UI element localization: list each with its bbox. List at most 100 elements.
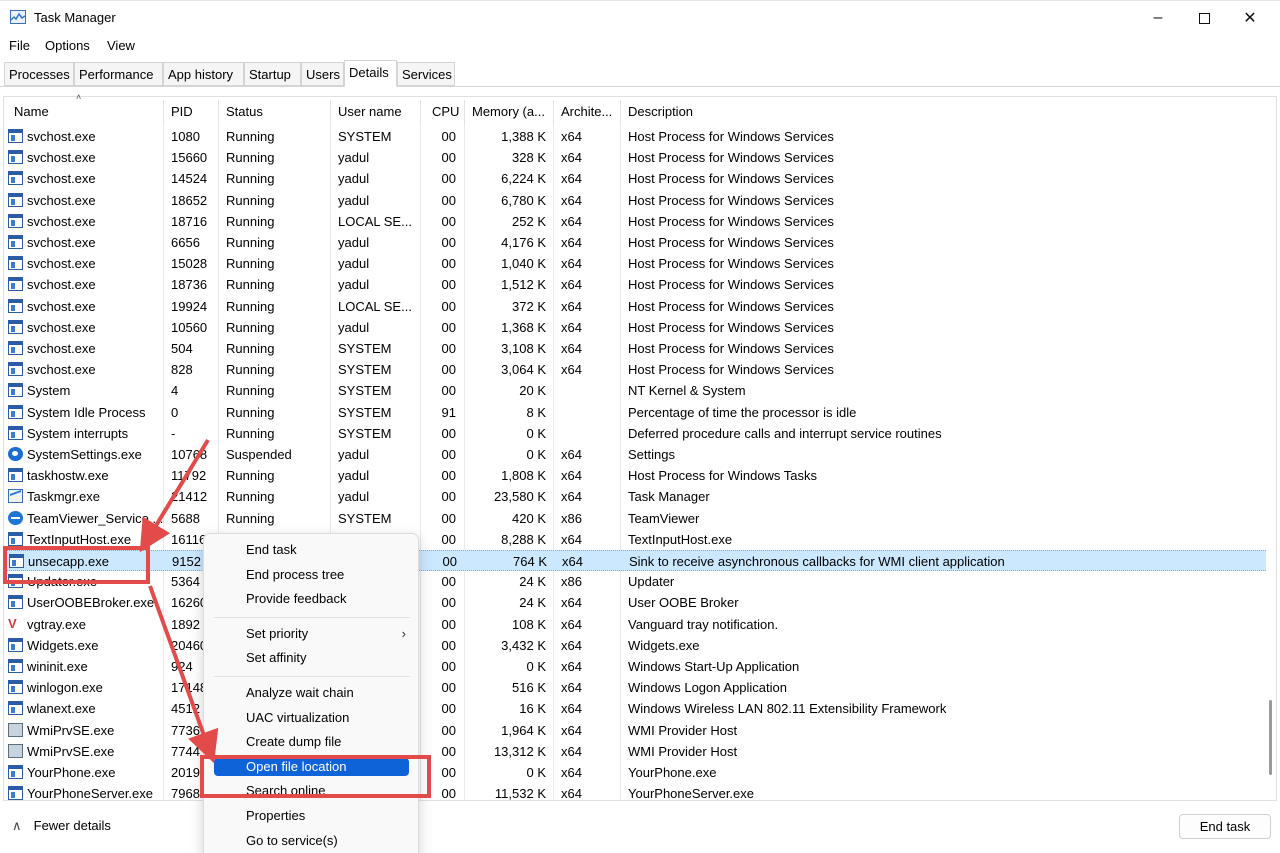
column-header-cpu[interactable]: CPU — [424, 100, 464, 124]
table-row[interactable]: unsecapp.exe 9152 00 764 Kx64 Sink to receiv… — [4, 550, 1266, 571]
table-row[interactable]: winlogon.exe 17148 00 516 Kx64 Windows Logon… — [4, 677, 1266, 698]
menu-item-create-dump-file[interactable]: Create dump file — [204, 730, 418, 754]
table-row[interactable]: Vvgtray.exe 1892 00 108 Kx64 Vanguard tray n… — [4, 614, 1266, 635]
table-row[interactable]: taskhostw.exe 11792 Running yadul 00 1,808 K x… — [4, 465, 1266, 486]
cell-mem: 420 K — [512, 510, 546, 526]
fewer-details-button[interactable]: ∧ Fewer details — [12, 818, 111, 834]
table-row[interactable]: svchost.exe 19924 Running LOCAL SE... 00 372 … — [4, 296, 1266, 317]
cell-mem: 23,580 K — [493, 489, 546, 505]
annotation-highlight-unsecapp — [3, 546, 150, 584]
table-row[interactable]: svchost.exe 15028 Running yadul 00 1,040 K x64… — [4, 253, 1266, 274]
column-header-pid[interactable]: PID — [163, 100, 218, 124]
menu-item-uac-virtualization[interactable]: UAC virtualization — [204, 706, 418, 730]
cell-desc: User OOBE Broker — [628, 595, 739, 611]
menu-item-set-priority[interactable]: Set priority › — [204, 622, 418, 646]
cell-desc: Host Process for Windows Services — [628, 213, 834, 229]
cell-cpu: 00 — [441, 616, 456, 632]
tab-startup[interactable]: Startup — [244, 62, 301, 86]
table-row[interactable]: System interrupts - Running SYSTEM 00 0 K Defe… — [4, 423, 1266, 444]
table-row[interactable]: wininit.exe 924 00 0 Kx64 Windows Start-Up A… — [4, 656, 1266, 677]
column-separator[interactable] — [420, 100, 421, 124]
cell-name: Widgets.exe — [27, 637, 99, 653]
table-row[interactable]: Taskmgr.exe 21412 Running yadul 00 23,580 K x6… — [4, 486, 1266, 507]
table-row[interactable]: Widgets.exe 20460 00 3,432 Kx64 Widgets.exe — [4, 635, 1266, 656]
cell-desc: YourPhoneServer.exe — [628, 786, 755, 800]
table-row[interactable]: TextInputHost.exe 16116 00 8,288 Kx64 TextIn… — [4, 529, 1266, 550]
menu-item-provide-feedback[interactable]: Provide feedback — [204, 587, 418, 611]
column-header-memory[interactable]: Memory (a... — [464, 100, 553, 124]
cell-pid: 504 — [171, 341, 193, 356]
cell-mem: 4,176 K — [501, 235, 546, 250]
cell-mem: 516 K — [512, 680, 546, 696]
end-task-button[interactable]: End task — [1179, 814, 1271, 839]
column-header-user-name[interactable]: User name — [330, 100, 420, 124]
cell-name: svchost.exe — [27, 341, 96, 356]
cell-user: LOCAL SE... — [338, 213, 412, 229]
cell-name: svchost.exe — [27, 150, 96, 166]
table-row[interactable]: YourPhone.exe 20193 00 0 Kx64 YourPhone.exe — [4, 762, 1266, 783]
menu-item-end-process-tree[interactable]: End process tree — [204, 563, 418, 587]
tab-users[interactable]: Users — [301, 62, 344, 86]
table-row[interactable]: svchost.exe 18652 Running yadul 00 6,780 K x64… — [4, 190, 1266, 211]
tab-performance[interactable]: Performance — [74, 62, 163, 86]
cell-pid: 15660 — [171, 150, 208, 166]
cell-status: Running — [226, 404, 275, 420]
table-row[interactable]: svchost.exe 18716 Running LOCAL SE... 00 252 … — [4, 211, 1266, 232]
table-row[interactable]: UserOOBEBroker.exe 16260 00 24 Kx64 User OOB… — [4, 592, 1266, 613]
cell-mem: 24 K — [519, 595, 546, 611]
cell-cpu: 00 — [441, 277, 456, 293]
cell-cpu: 00 — [442, 554, 457, 569]
table-row[interactable]: wlanext.exe 4512 00 16 Kx64 Windows Wireless… — [4, 698, 1266, 719]
menu-item-analyze-wait-chain[interactable]: Analyze wait chain — [204, 681, 418, 705]
cell-pid: 4 — [171, 383, 179, 399]
menu-options[interactable]: Options — [45, 38, 90, 53]
menu-item-go-to-service-s[interactable]: Go to service(s) — [204, 829, 418, 853]
menu-file[interactable]: File — [9, 38, 30, 53]
column-header-description[interactable]: Description — [620, 100, 1260, 124]
tab-services[interactable]: Services — [397, 62, 455, 86]
cell-status: Running — [226, 341, 275, 356]
close-button[interactable]: ✕ — [1227, 1, 1273, 35]
menu-view[interactable]: View — [107, 38, 135, 53]
table-row[interactable]: svchost.exe 6656 Running yadul 00 4,176 K x64 H… — [4, 232, 1266, 253]
scrollbar-thumb[interactable] — [1269, 700, 1272, 775]
table-row[interactable]: svchost.exe 504 Running SYSTEM 00 3,108 K x64 H… — [4, 338, 1266, 359]
table-row[interactable]: svchost.exe 15660 Running yadul 00 328 K x64 Ho… — [4, 147, 1266, 168]
table-row[interactable]: svchost.exe 18736 Running yadul 00 1,512 K x64… — [4, 274, 1266, 295]
table-row[interactable]: SystemSettings.exe 10768 Suspended yadul 00 0… — [4, 444, 1266, 465]
tab-processes[interactable]: Processes — [4, 62, 74, 86]
table-row[interactable]: svchost.exe 1080 Running SYSTEM 00 1,388 K x64… — [4, 126, 1266, 147]
table-row[interactable]: System Idle Process 0 Running SYSTEM 91 8 K Pe… — [4, 402, 1266, 423]
tab-app-history[interactable]: App history — [163, 62, 244, 86]
vertical-scrollbar[interactable] — [1266, 126, 1276, 800]
table-row[interactable]: YourPhoneServer.exe 7968 00 11,532 Kx64 Your… — [4, 783, 1266, 800]
application-window-icon — [8, 404, 23, 419]
cell-name: System — [27, 383, 71, 399]
application-window-icon — [8, 637, 23, 652]
column-header-status[interactable]: Status — [218, 100, 330, 124]
cell-mem: 13,312 K — [493, 743, 546, 759]
table-row[interactable]: TeamViewer_Service.... 5688 Running SYSTEM 0… — [4, 508, 1266, 529]
menu-item-end-task[interactable]: End task — [204, 538, 418, 562]
minimize-button[interactable]: – — [1135, 1, 1181, 35]
table-row[interactable]: Updater.exe 5364 00 24 Kx86 Updater — [4, 571, 1266, 592]
table-row[interactable]: WmiPrvSE.exe 7744 00 13,312 Kx64 WMI Provide… — [4, 741, 1266, 762]
table-row[interactable]: svchost.exe 828 Running SYSTEM 00 3,064 K x64 H… — [4, 359, 1266, 380]
menu-item-label: End task — [246, 542, 297, 557]
column-header-name[interactable]: Name — [6, 100, 162, 124]
cell-user: SYSTEM — [338, 425, 392, 441]
maximize-button[interactable] — [1181, 1, 1227, 35]
table-row[interactable]: WmiPrvSE.exe 7736 00 1,964 Kx64 WMI Provider… — [4, 720, 1266, 741]
cell-name: WmiPrvSE.exe — [27, 722, 115, 738]
cell-desc: Settings — [628, 447, 675, 462]
cell-mem: 1,808 K — [501, 468, 546, 484]
menu-item-properties[interactable]: Properties — [204, 804, 418, 828]
tab-details[interactable]: Details — [344, 60, 397, 87]
cell-status: Running — [226, 468, 275, 484]
menu-item-set-affinity[interactable]: Set affinity — [204, 646, 418, 670]
table-row[interactable]: svchost.exe 10560 Running yadul 00 1,368 K x64… — [4, 317, 1266, 338]
table-row[interactable]: System 4 Running SYSTEM 00 20 K NT Kernel & Sy… — [4, 380, 1266, 401]
table-row[interactable]: svchost.exe 14524 Running yadul 00 6,224 K x64… — [4, 168, 1266, 189]
column-header-architecture[interactable]: Archite... — [553, 100, 620, 124]
cell-cpu: 00 — [441, 298, 456, 314]
